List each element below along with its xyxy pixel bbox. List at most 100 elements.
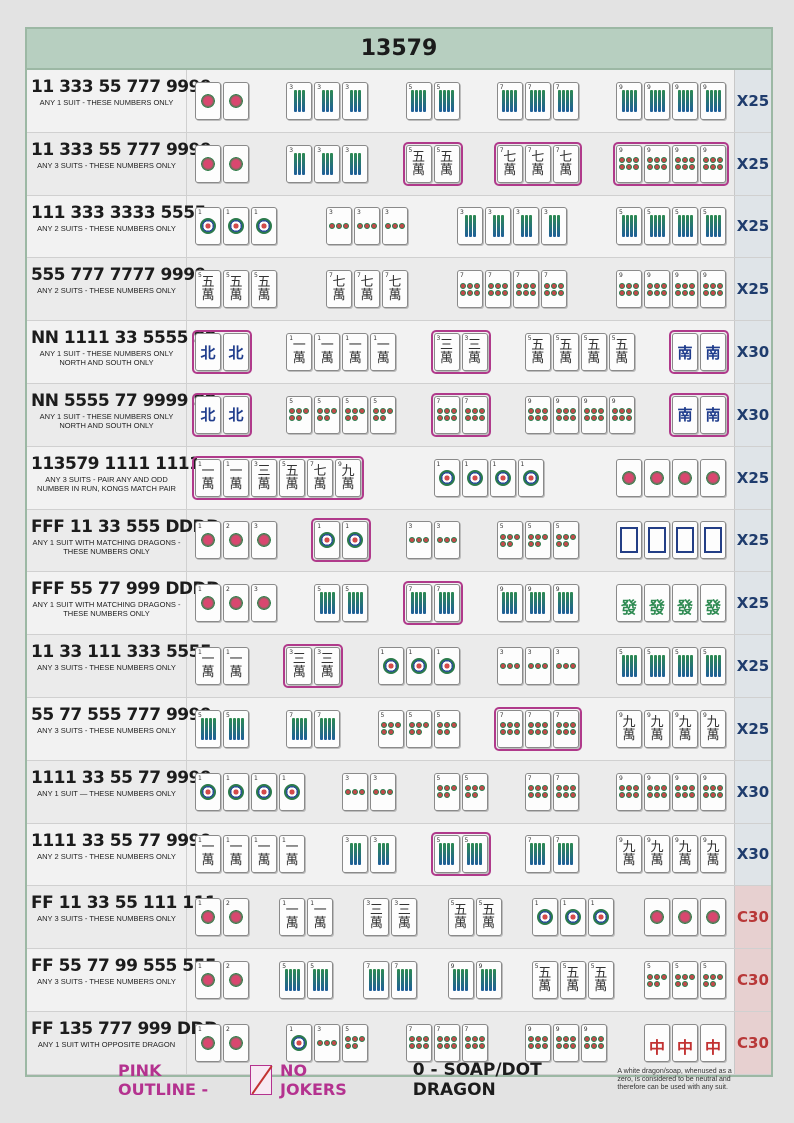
tile-number: 1	[254, 774, 258, 782]
bamboo-stick	[443, 89, 446, 112]
dot-tile: 1	[286, 1023, 313, 1062]
dot	[555, 792, 562, 799]
dot	[555, 785, 562, 792]
tile-number: 3	[345, 837, 350, 845]
dot-tile: 3	[496, 647, 523, 686]
tile-number: 1	[198, 1025, 202, 1033]
crack-tile: 1一 萬	[314, 333, 341, 372]
tile-number: 9	[527, 1025, 532, 1033]
dot-tile: 5	[342, 1023, 369, 1062]
dot	[675, 289, 681, 296]
dots-icon	[583, 408, 604, 422]
tile-number: 2	[226, 963, 230, 971]
dot	[399, 223, 405, 230]
hand-note: ANY 3 SUITS - THESE NUMBERS ONLY	[37, 977, 176, 987]
tile-group: 1一 萬1一 萬	[195, 647, 249, 686]
bamboo-tile: 5	[616, 207, 642, 246]
crack-tile: 7七 萬	[354, 270, 380, 309]
dot	[296, 408, 303, 415]
dot	[324, 408, 331, 415]
bamboo-stick	[709, 215, 713, 238]
tile-group: 南南	[669, 392, 729, 437]
tile-number: 9	[703, 711, 707, 719]
bamboo-stick	[353, 152, 357, 175]
dot	[541, 722, 548, 729]
dot-tile: 1	[251, 207, 277, 246]
character-icon: 一 萬	[320, 338, 334, 367]
bamboo-stick	[510, 592, 514, 615]
bamboo-stick	[621, 215, 625, 238]
dots-icon	[464, 785, 485, 799]
bamboo-stick	[713, 655, 717, 678]
bamboo-icon	[368, 969, 384, 992]
dot	[373, 788, 380, 795]
red-dragon-icon: 中	[705, 1028, 721, 1058]
hand-row: FFF 11 33 555 DDDD ANY 1 SUIT WITH MATCHI…	[27, 509, 771, 573]
hand-row: FF 11 33 55 111 111 ANY 3 SUITS - THESE N…	[27, 886, 771, 950]
dot	[527, 729, 534, 736]
bamboo-stick	[713, 89, 717, 112]
bamboo-stick	[396, 969, 400, 992]
tile-number: 5	[436, 711, 441, 719]
bamboo-icon	[349, 152, 361, 175]
dot-tile: 7	[433, 1023, 460, 1062]
dot	[359, 408, 366, 415]
crack-tile: 5五 萬	[475, 898, 502, 937]
bamboo-stick	[423, 89, 426, 112]
green-dragon-icon: 發	[677, 588, 693, 618]
dot	[562, 540, 569, 547]
dot	[478, 415, 485, 422]
dot	[478, 1043, 485, 1050]
dot	[558, 289, 564, 296]
dot	[646, 973, 653, 980]
tile-group: 3 3 3	[286, 81, 369, 120]
hand-pattern: 555 777 7777 9999	[31, 265, 206, 286]
dot	[478, 785, 485, 792]
crack-tile: 9九 萬	[335, 458, 361, 497]
hand-label: 11 333 55 777 9999 ANY 1 SUIT - THESE NUM…	[27, 70, 212, 132]
dot-tile: 3	[370, 772, 397, 811]
tile-number: 1	[436, 460, 441, 468]
dot	[443, 729, 450, 736]
flower-icon	[200, 92, 216, 109]
bamboo-tile: 7	[524, 81, 551, 120]
tile-group: 5五 萬5五 萬	[447, 898, 502, 937]
tile-group: 9 9 9 9	[616, 772, 726, 811]
tile-group: 55	[279, 961, 334, 1000]
bamboo-stick	[447, 592, 450, 615]
tile-group: 中中中	[644, 1023, 726, 1062]
tile-number: 1	[310, 900, 315, 908]
dot	[619, 164, 625, 171]
tile-number: 1	[282, 837, 286, 845]
dot-tile: 3	[314, 1023, 341, 1062]
hand-label: 111 333 3333 5555 ANY 2 SUITS - THESE NUM…	[27, 195, 206, 258]
bamboo-stick	[562, 592, 566, 615]
dot	[415, 722, 422, 729]
dot-tile: 7	[513, 270, 539, 309]
bamboo-stick	[552, 215, 556, 238]
hand-score: X25	[734, 697, 771, 760]
bamboo-stick	[520, 215, 524, 238]
bamboo-tile: 9	[616, 81, 642, 120]
flower-icon	[648, 909, 665, 926]
dot	[541, 729, 548, 736]
wind-tile: 北	[223, 395, 249, 434]
dot-tile: 7	[552, 709, 579, 748]
dot	[523, 282, 529, 289]
dot	[478, 1036, 485, 1043]
crack-tile: 3三 萬	[391, 898, 418, 937]
dots-icon	[527, 785, 548, 799]
circle-icon	[438, 658, 455, 675]
hand-row: NN 5555 77 9999 SS ANY 1 SUIT - THESE NUM…	[27, 383, 771, 447]
dot	[513, 663, 520, 670]
dots-icon	[436, 408, 457, 422]
hand-note: ANY 3 SUITS - PAIR ANY AND ODD NUMBER IN…	[37, 474, 176, 493]
tile-number: 5	[478, 900, 483, 908]
dot	[499, 729, 506, 736]
dot	[661, 282, 667, 289]
flower-tile	[699, 898, 726, 937]
tile-number: 1	[520, 460, 525, 468]
dots-icon	[499, 722, 520, 736]
dot-tile: 1	[461, 458, 488, 497]
dot	[464, 408, 471, 415]
